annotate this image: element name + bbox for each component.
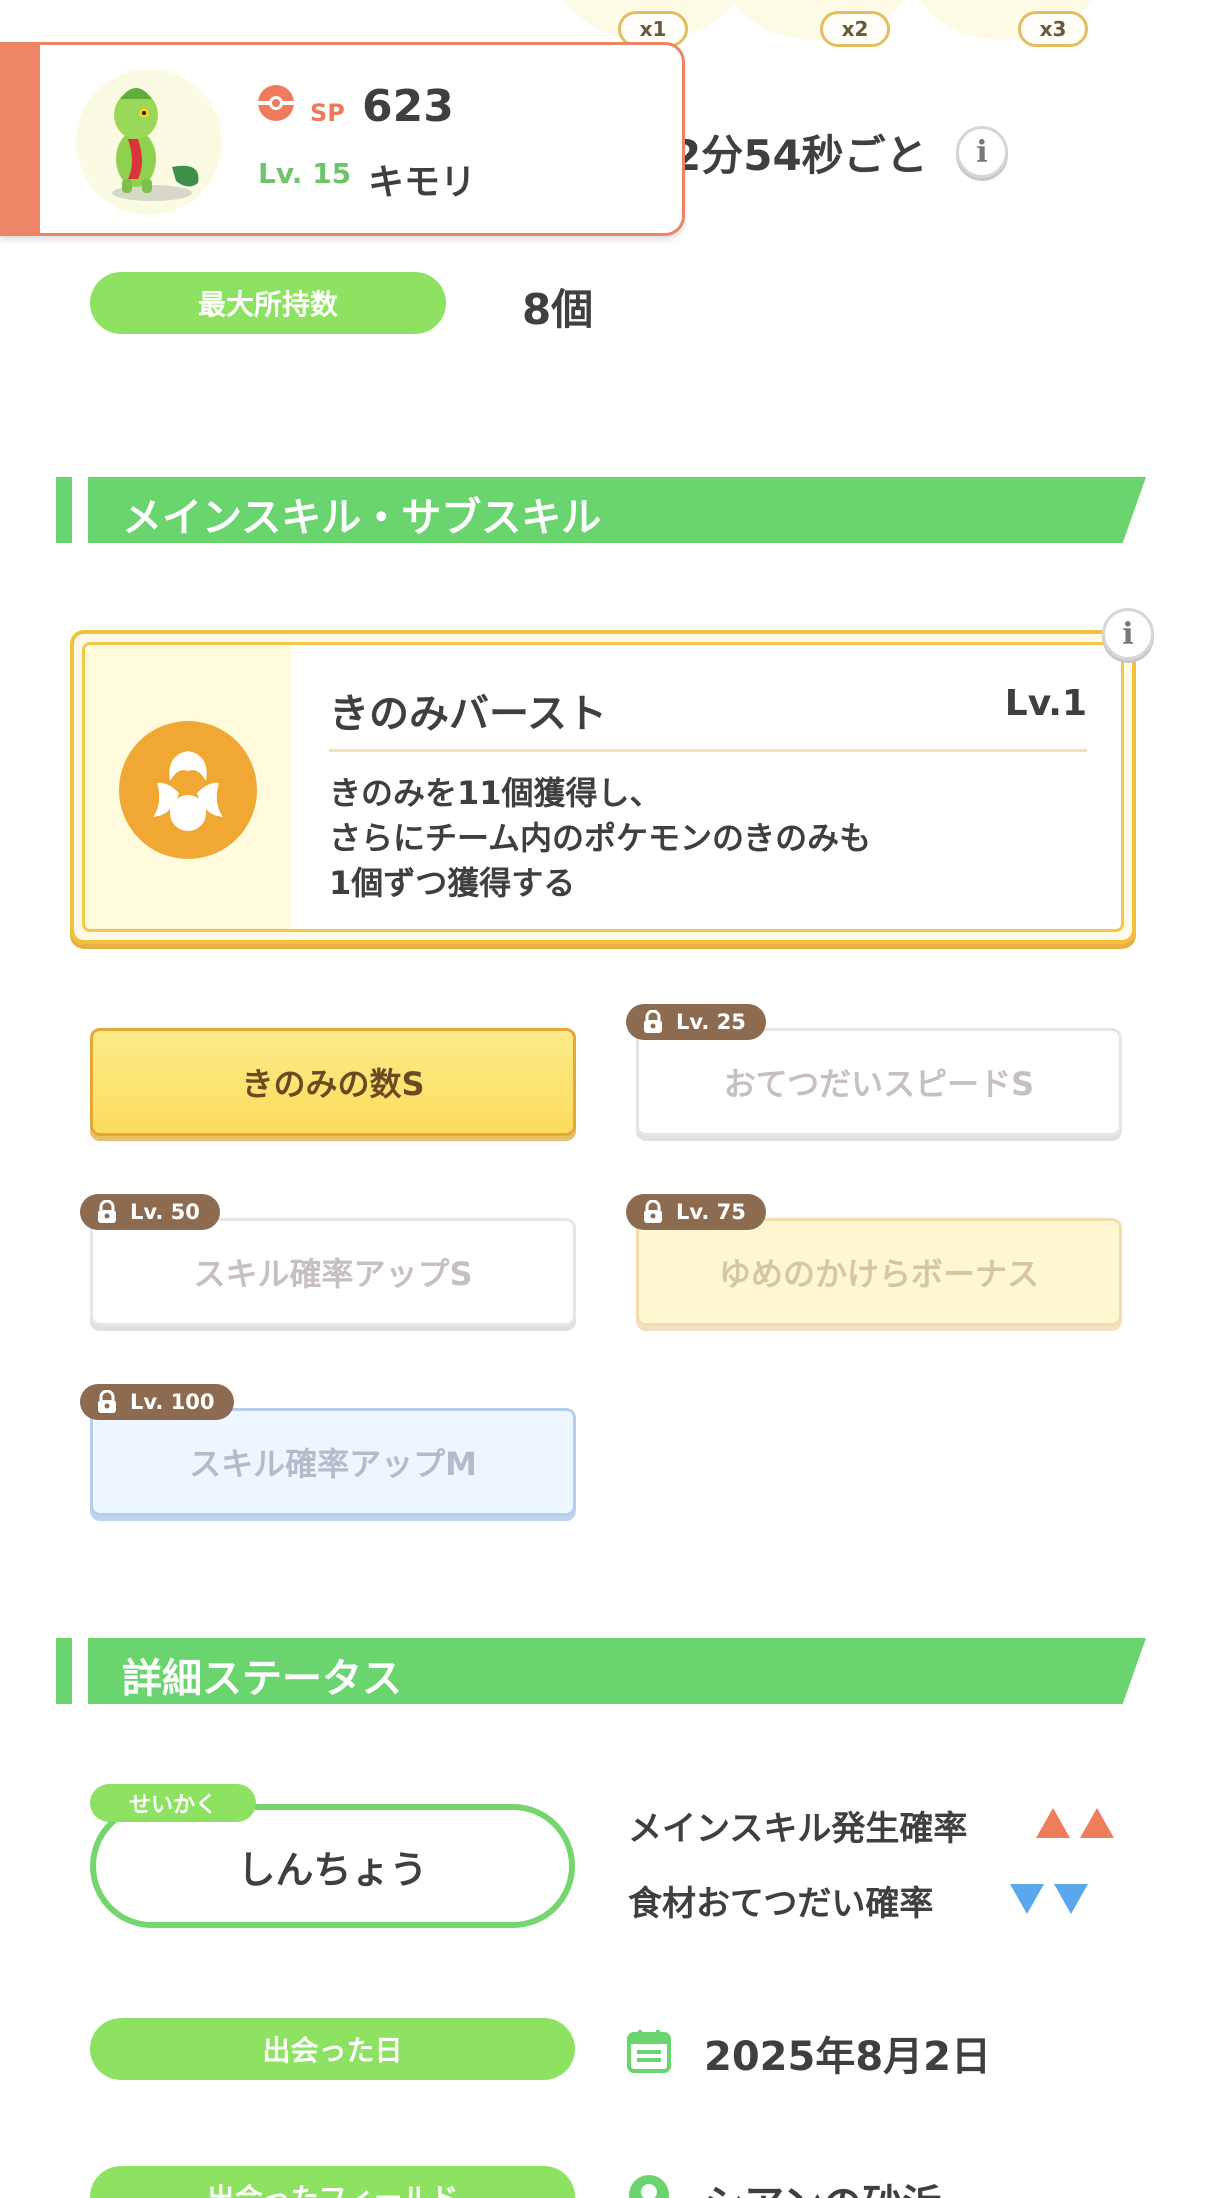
- sub-skill-5-lock-badge: Lv. 100: [80, 1384, 235, 1420]
- sub-skill-5[interactable]: スキル確率アップM: [90, 1408, 576, 1516]
- description-line: 1個ずつ獲得する: [329, 864, 576, 902]
- met-date-value: 2025年8月2日: [704, 2034, 991, 2080]
- detail-section-header: 詳細ステータス: [56, 1638, 1146, 1704]
- sub-skill-1[interactable]: きのみの数S: [90, 1028, 576, 1136]
- pokemon-summary-card[interactable]: SP 623 Lv. 15 キモリ: [0, 42, 685, 236]
- nature-tag: せいかく: [90, 1784, 256, 1822]
- nature-value-box[interactable]: しんちょう: [90, 1804, 575, 1928]
- location-icon: [629, 2175, 669, 2198]
- lock-icon: [96, 1389, 118, 1414]
- help-frequency-value: 2分54秒ごと: [672, 131, 928, 180]
- frequency-info-button[interactable]: i: [956, 126, 1008, 178]
- ingredient-multiplier-2: x2: [820, 11, 890, 47]
- sp-label: SP: [310, 99, 345, 127]
- sub-skill-4[interactable]: ゆめのかけらボーナス: [636, 1218, 1122, 1326]
- sp-icon: [258, 85, 294, 121]
- main-skill-description: きのみを11個獲得し、 さらにチーム内のポケモンのきのみも 1個ずつ獲得する: [329, 771, 871, 906]
- main-skill-card[interactable]: きのみバースト Lv.1 きのみを11個獲得し、 さらにチーム内のポケモンのきの…: [70, 630, 1136, 944]
- detail-section-title: 詳細ステータス: [122, 1656, 402, 1702]
- treecko-image: [112, 88, 199, 201]
- pokemon-level: Lv. 15: [258, 157, 352, 190]
- sub-skill-4-lock-badge: Lv. 75: [626, 1194, 766, 1230]
- main-skill-level: Lv.1: [1004, 683, 1087, 724]
- sub-skill-3[interactable]: スキル確率アップS: [90, 1218, 576, 1326]
- skills-section-title: メインスキル・サブスキル: [122, 495, 602, 541]
- main-skill-name: きのみバースト: [329, 691, 607, 737]
- lock-level: Lv. 100: [130, 1390, 215, 1414]
- up-arrow-icon: [1080, 1808, 1114, 1838]
- berry-burst-glyph: [153, 751, 223, 831]
- sub-skill-2-lock-badge: Lv. 25: [626, 1004, 766, 1040]
- nature-up-effect: メインスキル発生確率: [628, 1809, 968, 1849]
- sp-value: 623: [362, 81, 454, 132]
- nature-down-effect: 食材おてつだい確率: [628, 1884, 934, 1924]
- max-inventory-label: 最大所持数: [90, 272, 446, 334]
- header-tick: [56, 1638, 72, 1704]
- lock-icon: [96, 1199, 118, 1224]
- up-arrow-icon: [1036, 1808, 1070, 1838]
- met-field-label: 出会ったフィールド: [90, 2166, 575, 2198]
- calendar-icon: [627, 2030, 671, 2073]
- description-line: きのみを11個獲得し、: [329, 774, 662, 812]
- main-skill-icon-panel: [85, 645, 291, 929]
- lock-level: Lv. 50: [130, 1200, 200, 1224]
- lock-level: Lv. 25: [676, 1010, 746, 1034]
- lock-level: Lv. 75: [676, 1200, 746, 1224]
- pokemon-avatar: [76, 69, 222, 215]
- pokemon-name: キモリ: [368, 162, 477, 203]
- met-date-label: 出会った日: [90, 2018, 575, 2080]
- lock-icon: [642, 1199, 664, 1224]
- skills-section-header: メインスキル・サブスキル: [56, 477, 1146, 543]
- ingredient-multiplier-3: x3: [1018, 11, 1088, 47]
- main-skill-info-button[interactable]: i: [1102, 608, 1154, 660]
- card-stripe: [0, 45, 40, 233]
- sub-skill-3-lock-badge: Lv. 50: [80, 1194, 220, 1230]
- lock-icon: [642, 1009, 664, 1034]
- main-skill-inner: きのみバースト Lv.1 きのみを11個獲得し、 さらにチーム内のポケモンのきの…: [82, 642, 1124, 932]
- met-field-value: シアンの砂浜: [704, 2172, 942, 2198]
- sub-skill-2[interactable]: おてつだいスピードS: [636, 1028, 1122, 1136]
- max-inventory-value: 8個: [522, 285, 594, 334]
- description-line: さらにチーム内のポケモンのきのみも: [329, 819, 872, 857]
- down-arrow-icon: [1054, 1884, 1088, 1914]
- down-arrow-icon: [1010, 1884, 1044, 1914]
- berry-burst-icon: [119, 721, 257, 859]
- header-tick: [56, 477, 72, 543]
- main-skill-divider: [329, 749, 1087, 752]
